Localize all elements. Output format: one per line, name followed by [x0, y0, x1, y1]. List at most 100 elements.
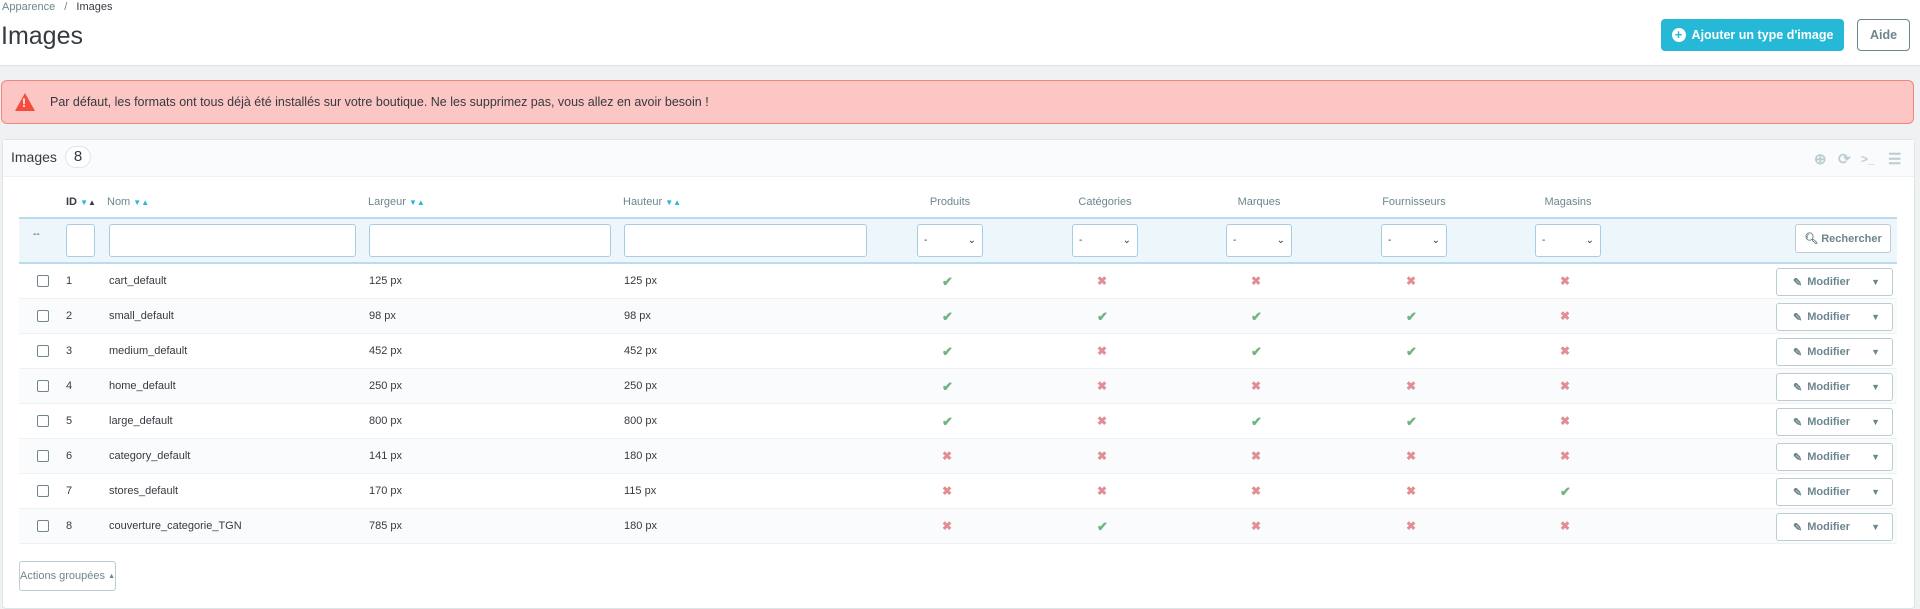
suppliers-cross-icon: ✖ — [1406, 449, 1417, 463]
column-header-id[interactable]: ID ▼▲ — [66, 196, 96, 208]
row-checkbox[interactable] — [37, 520, 49, 532]
edit-button[interactable]: ✎ Modifier ▼ — [1776, 268, 1893, 296]
sort-icon[interactable]: ▼▲ — [409, 198, 425, 207]
caret-down-icon[interactable]: ▼ — [1871, 452, 1880, 462]
caret-up-icon: ▲ — [108, 572, 115, 580]
row-checkbox[interactable] — [37, 310, 49, 322]
stores-filter-select[interactable]: - ⌄ — [1535, 224, 1601, 257]
row-width: 800 px — [369, 415, 403, 427]
edit-button[interactable]: ✎ Modifier ▼ — [1776, 443, 1893, 471]
filter-reset: -- — [33, 229, 40, 240]
brands-check-icon: ✔ — [1251, 344, 1262, 359]
brands-filter-select[interactable]: - ⌄ — [1226, 224, 1292, 257]
caret-down-icon[interactable]: ▼ — [1871, 277, 1880, 287]
database-export-icon[interactable]: ☰ — [1888, 150, 1901, 168]
caret-down-icon[interactable]: ▼ — [1871, 417, 1880, 427]
chevron-down-icon: ⌄ — [1585, 235, 1594, 246]
row-checkbox[interactable] — [37, 275, 49, 287]
search-button[interactable]: 🔍︎ Rechercher — [1795, 224, 1891, 253]
height-filter-input[interactable] — [624, 224, 867, 257]
suppliers-filter-select[interactable]: - ⌄ — [1381, 224, 1447, 257]
sql-query-icon[interactable]: >_ — [1861, 152, 1875, 166]
row-height: 98 px — [624, 310, 651, 322]
sort-icon[interactable]: ▼▲ — [133, 198, 149, 207]
row-name: cart_default — [109, 275, 167, 287]
pencil-icon: ✎ — [1793, 381, 1803, 394]
edit-button[interactable]: ✎ Modifier ▼ — [1776, 478, 1893, 506]
stores-cross-icon: ✖ — [1560, 309, 1571, 323]
edit-button[interactable]: ✎ Modifier ▼ — [1776, 408, 1893, 436]
refresh-icon[interactable]: ⟳ — [1838, 150, 1851, 168]
width-filter-input[interactable] — [369, 224, 611, 257]
caret-down-icon[interactable]: ▼ — [1871, 347, 1880, 357]
caret-down-icon[interactable]: ▼ — [1871, 487, 1880, 497]
caret-down-icon[interactable]: ▼ — [1871, 522, 1880, 532]
row-height: 180 px — [624, 520, 658, 532]
row-checkbox[interactable] — [37, 345, 49, 357]
page-header: Apparence / Images Images + Ajouter un t… — [0, 0, 1920, 66]
edit-button[interactable]: ✎ Modifier ▼ — [1776, 373, 1893, 401]
row-checkbox[interactable] — [37, 450, 49, 462]
add-new-icon[interactable]: ⊕ — [1814, 150, 1827, 168]
edit-button[interactable]: ✎ Modifier ▼ — [1776, 338, 1893, 366]
search-icon: 🔍︎ — [1804, 233, 1819, 245]
column-header-name[interactable]: Nom ▼▲ — [107, 196, 149, 208]
row-name: home_default — [109, 380, 176, 392]
column-header-categories: Catégories — [1078, 196, 1132, 208]
table-row: 5 large_default 800 px 800 px ✔ ✖ ✔ ✔ ✖ ✎ Modif… — [19, 404, 1897, 439]
breadcrumb-separator: / — [64, 1, 68, 13]
categories-cross-icon: ✖ — [1097, 274, 1108, 288]
row-id: 5 — [66, 415, 73, 427]
page-title: Images — [1, 22, 83, 50]
caret-down-icon[interactable]: ▼ — [1871, 382, 1880, 392]
column-header-height[interactable]: Hauteur ▼▲ — [623, 196, 681, 208]
row-width: 452 px — [369, 345, 403, 357]
sort-icon[interactable]: ▼▲ — [80, 198, 96, 207]
chevron-down-icon: ⌄ — [1122, 235, 1131, 246]
name-filter-input[interactable] — [109, 224, 356, 257]
row-height: 180 px — [624, 450, 658, 462]
panel-header: Images 8 ⊕ ⟳ >_ ☰ — [3, 140, 1914, 177]
products-check-icon: ✔ — [942, 379, 953, 394]
stores-cross-icon: ✖ — [1560, 379, 1571, 393]
caret-down-icon[interactable]: ▼ — [1871, 312, 1880, 322]
row-width: 785 px — [369, 520, 403, 532]
categories-cross-icon: ✖ — [1097, 344, 1108, 358]
pencil-icon: ✎ — [1793, 276, 1803, 289]
help-button[interactable]: Aide — [1857, 19, 1910, 51]
edit-button[interactable]: ✎ Modifier ▼ — [1776, 513, 1893, 541]
edit-button[interactable]: ✎ Modifier ▼ — [1776, 303, 1893, 331]
categories-cross-icon: ✖ — [1097, 449, 1108, 463]
row-height: 115 px — [624, 485, 657, 497]
column-header-stores: Magasins — [1544, 196, 1592, 208]
row-name: medium_default — [109, 345, 188, 357]
pencil-icon: ✎ — [1793, 346, 1803, 359]
table-row: 4 home_default 250 px 250 px ✔ ✖ ✖ ✖ ✖ ✎ Modifi… — [19, 369, 1897, 404]
row-id: 1 — [66, 275, 73, 287]
row-checkbox[interactable] — [37, 415, 49, 427]
row-checkbox[interactable] — [37, 485, 49, 497]
categories-cross-icon: ✖ — [1097, 484, 1108, 498]
pencil-icon: ✎ — [1793, 416, 1803, 429]
column-header-width[interactable]: Largeur ▼▲ — [368, 196, 425, 208]
products-check-icon: ✔ — [942, 309, 953, 324]
row-id: 6 — [66, 450, 73, 462]
categories-cross-icon: ✖ — [1097, 379, 1108, 393]
row-height: 800 px — [624, 415, 658, 427]
bulk-actions-button[interactable]: Actions groupées ▲ — [19, 561, 116, 591]
row-width: 170 px — [369, 485, 403, 497]
row-name: category_default — [109, 450, 191, 462]
row-checkbox[interactable] — [37, 380, 49, 392]
breadcrumb-parent[interactable]: Apparence — [2, 1, 55, 13]
categories-cross-icon: ✖ — [1097, 414, 1108, 428]
row-height: 125 px — [624, 275, 658, 287]
categories-filter-select[interactable]: - ⌄ — [1072, 224, 1138, 257]
warning-alert: ! Par défaut, les formats ont tous déjà … — [1, 80, 1914, 124]
suppliers-cross-icon: ✖ — [1406, 484, 1417, 498]
id-filter-input[interactable] — [66, 224, 95, 257]
products-filter-select[interactable]: - ⌄ — [917, 224, 983, 257]
add-image-type-button[interactable]: + Ajouter un type d'image — [1661, 19, 1844, 51]
row-id: 3 — [66, 345, 73, 357]
sort-icon[interactable]: ▼▲ — [665, 198, 681, 207]
table-row: 7 stores_default 170 px 115 px ✖ ✖ ✖ ✖ ✔ ✎ Modi… — [19, 474, 1897, 509]
